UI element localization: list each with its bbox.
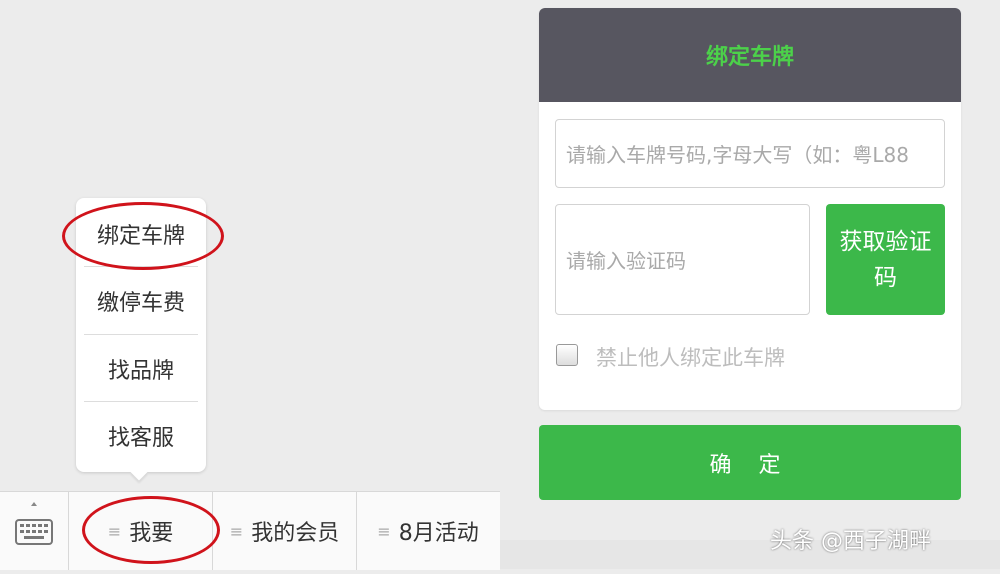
menu-item-pay-parking[interactable]: 缴停车费 [76,267,206,334]
confirm-button[interactable]: 确 定 [539,425,961,500]
plate-number-input[interactable]: 请输入车牌号码,字母大写（如：粤L88 [555,119,945,188]
confirm-label: 确 定 [709,452,791,478]
menu-item-label: 找品牌 [107,358,174,384]
tab-label: 8月活动 [398,521,479,546]
form-title: 绑定车牌 [705,45,794,70]
menu-item-label: 绑定车牌 [96,223,185,249]
menu-lines-icon: ≡ [377,521,391,541]
get-code-button[interactable]: 获取验证码 [826,204,945,315]
bind-plate-card: 绑定车牌 请输入车牌号码,字母大写（如：粤L88 请输入验证码 获取验证码 禁止… [539,8,961,410]
bottom-menu-bar: ≡ 我要 ≡ 我的会员 ≡ 8月活动 [0,491,500,570]
get-code-label: 获取验证码 [839,228,932,291]
verification-code-placeholder: 请输入验证码 [566,249,686,273]
forbid-others-label: 禁止他人绑定此车牌 [596,346,785,370]
verification-code-input[interactable]: 请输入验证码 [555,204,810,315]
forbid-others-checkbox[interactable] [556,344,578,366]
tab-my-membership[interactable]: ≡ 我的会员 [213,492,357,570]
menu-item-label: 缴停车费 [96,290,185,316]
tab-wo-yao[interactable]: ≡ 我要 [69,492,213,570]
form-header: 绑定车牌 [539,8,961,102]
tab-label: 我的会员 [251,521,340,546]
menu-item-label: 找客服 [107,425,174,451]
popup-menu: 绑定车牌 缴停车费 找品牌 找客服 [76,198,206,472]
keyboard-toggle-button[interactable] [0,492,69,570]
menu-item-find-brand[interactable]: 找品牌 [76,335,206,402]
watermark-text: 头条 @西子湖畔 [770,529,931,554]
keyboard-icon [15,502,53,545]
menu-item-bind-plate[interactable]: 绑定车牌 [76,200,206,267]
plate-number-placeholder: 请输入车牌号码,字母大写（如：粤L88 [566,143,909,167]
menu-lines-icon: ≡ [229,521,244,541]
menu-item-find-service[interactable]: 找客服 [76,402,206,469]
tab-label: 我要 [129,521,174,546]
menu-lines-icon: ≡ [107,521,122,541]
tab-august-events[interactable]: ≡ 8月活动 [357,492,499,570]
